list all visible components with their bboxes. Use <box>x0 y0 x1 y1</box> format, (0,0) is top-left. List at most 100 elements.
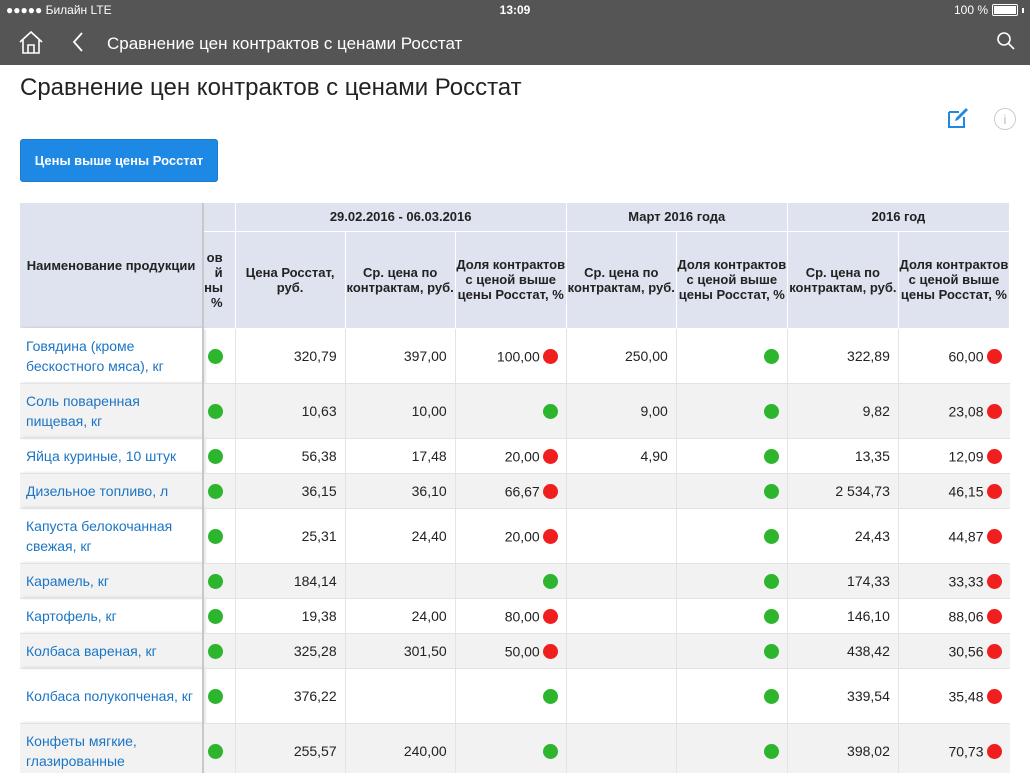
share-value: 100,00 <box>496 348 540 365</box>
group-header-year: 2016 год <box>787 203 1010 232</box>
status-dot-icon <box>763 743 779 759</box>
product-name-link[interactable]: Дизельное топливо, л <box>20 473 205 509</box>
status-dot-icon <box>986 608 1002 624</box>
share-year-value: 35,48 <box>948 688 984 705</box>
avg-price-cell: 24,40 <box>345 508 456 564</box>
avg-price-cell: 397,00 <box>345 328 456 384</box>
share-year-value: 46,15 <box>948 483 984 500</box>
avg-price-year-cell: 322,89 <box>787 328 899 384</box>
share-value: 20,00 <box>504 528 540 545</box>
rosstat-price-cell: 320,79 <box>235 328 346 384</box>
share-year-value: 23,08 <box>948 403 984 420</box>
status-dot-icon <box>208 483 224 499</box>
avg-price-march-cell <box>566 633 677 669</box>
status-dot-icon <box>542 743 558 759</box>
status-dot-icon <box>986 743 1002 759</box>
info-icon[interactable]: i <box>994 108 1016 130</box>
rosstat-price-cell: 25,31 <box>235 508 346 564</box>
battery-icon <box>992 4 1018 16</box>
share-year-value: 33,33 <box>948 573 984 590</box>
avg-price-header[interactable]: Ср. цена по контрактам, руб. <box>345 231 456 329</box>
rosstat-price-cell: 255,57 <box>235 723 346 773</box>
avg-price-march-cell <box>566 563 677 599</box>
product-name-link[interactable]: Карамель, кг <box>20 563 205 599</box>
avg-price-year-cell: 339,54 <box>787 668 899 724</box>
avg-price-year-cell: 24,43 <box>787 508 899 564</box>
status-dot-icon <box>542 688 558 704</box>
product-name-link[interactable]: Колбаса вареная, кг <box>20 633 205 669</box>
status-dot-icon <box>763 348 779 364</box>
avg-price-year-cell: 2 534,73 <box>787 473 899 509</box>
share-year-value: 12,09 <box>948 448 984 465</box>
status-dot-icon <box>542 483 558 499</box>
rosstat-price-cell: 184,14 <box>235 563 346 599</box>
search-icon[interactable] <box>996 31 1016 51</box>
status-dot-icon <box>542 608 558 624</box>
status-dot-icon <box>208 608 224 624</box>
avg-price-year-header[interactable]: Ср. цена по контрактам, руб. <box>787 231 899 329</box>
product-name-link[interactable]: Говядина (кроме бескостного мяса), кг <box>20 328 205 384</box>
avg-price-year-cell: 398,02 <box>787 723 899 773</box>
avg-price-cell <box>345 668 456 724</box>
status-dot-icon <box>986 348 1002 364</box>
status-dot-icon <box>986 573 1002 589</box>
avg-price-cell <box>345 563 456 599</box>
status-dot-icon <box>763 528 779 544</box>
status-dot-icon <box>208 743 224 759</box>
avg-price-march-cell: 250,00 <box>566 328 677 384</box>
back-chevron-icon[interactable] <box>70 30 86 54</box>
name-column-header[interactable]: Наименование продукции <box>20 203 205 329</box>
status-dot-icon <box>986 688 1002 704</box>
share-value: 80,00 <box>504 608 540 625</box>
nav-bar: Сравнение цен контрактов с ценами Росста… <box>0 20 1030 65</box>
avg-price-march-cell <box>566 473 677 509</box>
table-row[interactable]: Колбаса вареная, кг 325,28 301,50 50,00 438,… <box>20 633 1010 669</box>
product-name-link[interactable]: Соль поваренная пищевая, кг <box>20 383 205 439</box>
table-row[interactable]: Соль поваренная пищевая, кг 10,63 10,00 9,0… <box>20 383 1010 439</box>
status-dot-icon <box>542 348 558 364</box>
avg-price-march-cell <box>566 723 677 773</box>
avg-price-year-cell: 174,33 <box>787 563 899 599</box>
rosstat-price-cell: 19,38 <box>235 598 346 634</box>
status-dot-icon <box>986 483 1002 499</box>
table-row[interactable]: Яйца куриные, 10 штук 56,38 17,48 20,00 4,90… <box>20 438 1010 474</box>
status-dot-icon <box>208 403 224 419</box>
product-name-link[interactable]: Капуста белокочанная свежая, кг <box>20 508 205 564</box>
above-rosstat-filter-button[interactable]: Цены выше цены Росстат <box>20 139 218 182</box>
status-dot-icon <box>542 403 558 419</box>
table-row[interactable]: Карамель, кг 184,14 174,33 33,33 <box>20 563 1010 599</box>
share-march-header[interactable]: Доля контрактов с ценой выше цены Росста… <box>676 231 788 329</box>
table-row[interactable]: Говядина (кроме бескостного мяса), кг 320… <box>20 328 1010 384</box>
table-row[interactable]: Картофель, кг 19,38 24,00 80,00 146,10 88,06 <box>20 598 1010 634</box>
share-value: 50,00 <box>504 643 540 660</box>
product-name-link[interactable]: Яйца куриные, 10 штук <box>20 438 205 474</box>
product-name-link[interactable]: Картофель, кг <box>20 598 205 634</box>
status-dot-icon <box>542 448 558 464</box>
status-dot-icon <box>763 573 779 589</box>
home-icon[interactable] <box>18 30 44 54</box>
group-header-week: 29.02.2016 - 06.03.2016 <box>235 203 567 232</box>
table-row[interactable]: Колбаса полукопченая, кг 376,22 339,54 35,4… <box>20 668 1010 724</box>
avg-price-cell: 24,00 <box>345 598 456 634</box>
share-header[interactable]: Доля контрактов с ценой выше цены Росста… <box>455 231 567 329</box>
avg-price-march-header[interactable]: Ср. цена по контрактам, руб. <box>566 231 677 329</box>
share-year-value: 60,00 <box>948 348 984 365</box>
share-year-header[interactable]: Доля контрактов с ценой выше цены Росста… <box>898 231 1010 329</box>
rosstat-price-header[interactable]: Цена Росстат, руб. <box>235 231 346 329</box>
status-dot-icon <box>208 643 224 659</box>
status-dot-icon <box>542 573 558 589</box>
product-name-link[interactable]: Конфеты мягкие, глазированные <box>20 723 205 773</box>
rosstat-price-cell: 376,22 <box>235 668 346 724</box>
avg-price-cell: 240,00 <box>345 723 456 773</box>
status-dot-icon <box>208 448 224 464</box>
status-dot-icon <box>986 643 1002 659</box>
avg-price-year-cell: 13,35 <box>787 438 899 474</box>
table-row[interactable]: Дизельное топливо, л 36,15 36,10 66,67 2 534… <box>20 473 1010 509</box>
table-row[interactable]: Капуста белокочанная свежая, кг 25,31 24,4… <box>20 508 1010 564</box>
product-name-link[interactable]: Колбаса полукопченая, кг <box>20 668 205 724</box>
table-row[interactable]: Конфеты мягкие, глазированные 255,57 240,0… <box>20 723 1010 773</box>
price-comparison-table: Наименование продукции 29.02.2016 - 06.0… <box>20 203 1010 773</box>
edit-icon[interactable] <box>946 106 970 130</box>
cut-group-header <box>203 203 236 232</box>
share-year-value: 70,73 <box>948 743 984 760</box>
